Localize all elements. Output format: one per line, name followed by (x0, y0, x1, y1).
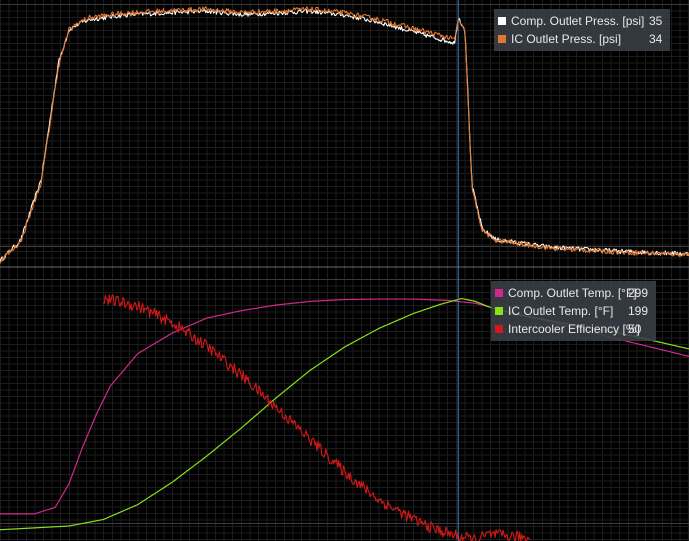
legend-value: 199 (628, 304, 649, 318)
legend-label: Comp. Outlet Press. [psi] (511, 14, 645, 28)
chart-canvas (0, 0, 689, 541)
legend-value: 50 (628, 322, 642, 336)
legend-value: 299 (628, 286, 649, 300)
top-legend: Comp. Outlet Press. [psi] 35 IC Outlet P… (494, 9, 671, 51)
legend-item-comp-outlet-press: Comp. Outlet Press. [psi] 35 (498, 12, 662, 30)
legend-label: Comp. Outlet Temp. [°F] (508, 286, 637, 300)
bottom-legend: Comp. Outlet Temp. [°F] 299 IC Outlet Te… (491, 281, 657, 341)
legend-label: Intercooler Efficiency [%] (508, 322, 640, 336)
legend-value: 35 (649, 14, 663, 28)
legend-swatch (495, 325, 503, 333)
legend-label: IC Outlet Temp. [°F] (508, 304, 614, 318)
legend-swatch (495, 307, 503, 315)
legend-label: IC Outlet Press. [psi] (511, 32, 622, 46)
legend-value: 34 (649, 32, 663, 46)
legend-item-intercooler-efficiency: Intercooler Efficiency [%] 50 (495, 320, 648, 338)
legend-item-ic-outlet-temp: IC Outlet Temp. [°F] 199 (495, 302, 648, 320)
legend-item-comp-outlet-temp: Comp. Outlet Temp. [°F] 299 (495, 284, 648, 302)
legend-swatch (498, 35, 506, 43)
legend-swatch (495, 289, 503, 297)
legend-swatch (498, 17, 506, 25)
grid (0, 0, 689, 541)
legend-item-ic-outlet-press: IC Outlet Press. [psi] 34 (498, 30, 662, 48)
